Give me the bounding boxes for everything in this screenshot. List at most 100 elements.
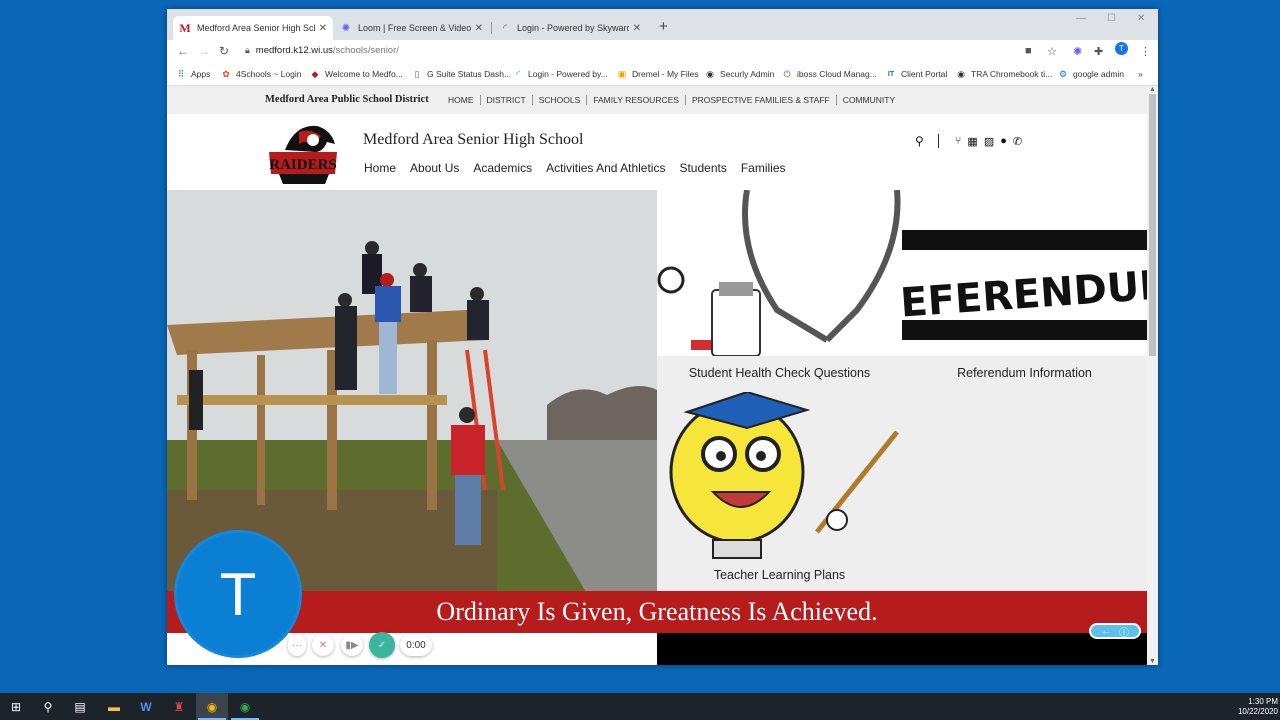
file-explorer-icon[interactable]: ▬ (105, 698, 123, 716)
search-icon[interactable]: ⚲ (915, 134, 924, 148)
bookmarks-overflow-icon[interactable]: » (1138, 69, 1143, 79)
header-divider (937, 134, 939, 148)
chrome-icon[interactable]: ◉ (203, 698, 221, 716)
bookmark-label: Client Portal (901, 69, 948, 79)
utility-link-home[interactable]: HOME (442, 95, 481, 105)
tab-skyward[interactable]: ◜ Login - Powered by Skyward ✕ (493, 16, 647, 40)
loom-timer: 0:00 (400, 634, 432, 656)
bookmark-apps[interactable]: ⠿ Apps (176, 69, 211, 80)
close-window-button[interactable]: ✕ (1137, 13, 1145, 24)
utility-link-community[interactable]: COMMUNITY (837, 95, 901, 105)
utility-link-prospective[interactable]: PROSPECTIVE FAMILIES & STAFF (686, 95, 837, 105)
windows-start-icon[interactable]: ⊞ (7, 698, 25, 716)
arrow-left-icon: ← (1101, 625, 1111, 637)
app-icon[interactable]: ♜ (170, 698, 188, 716)
tile-caption-referendum[interactable]: Referendum Information (902, 366, 1147, 380)
new-tab-button[interactable]: + (659, 18, 668, 35)
loom-more-icon[interactable]: ··· (288, 634, 306, 656)
tab-title: Medford Area Senior High Schoo (197, 23, 315, 33)
bookmark-dremel[interactable]: ▣ Dremel - My Files (617, 68, 699, 80)
task-view-icon[interactable]: ▤ (71, 698, 89, 716)
windows-taskbar: ⊞ ⚲ ▤ ▬ W ♜ ◉ ◉ 1:30 PM 10/22/2020 (0, 693, 1280, 720)
loom-extension-icon[interactable]: ✺ (1073, 45, 1082, 58)
nav-students[interactable]: Students (679, 161, 726, 175)
bookmark-gsuite[interactable]: ▯ G Suite Status Dash... (412, 69, 512, 80)
loom-cancel-icon[interactable]: ✕ (312, 634, 334, 656)
bookmark-4schools[interactable]: ✿ 4Schools ~ Login (221, 69, 302, 80)
close-tab-icon[interactable]: ✕ (319, 23, 327, 34)
bookmark-label: Securly Admin (720, 69, 775, 79)
bookmark-iboss[interactable]: ⏻ iboss Cloud Manag... (782, 68, 876, 80)
dining-icon[interactable]: ⑂ (955, 135, 962, 147)
extensions-puzzle-icon[interactable]: ✚ (1094, 45, 1103, 58)
tab-title: Login - Powered by Skyward (517, 23, 629, 33)
loom-pause-icon[interactable]: ▮▶ (341, 634, 363, 656)
lock-icon: 🔒︎ (245, 45, 250, 55)
search-icon[interactable]: ⚲ (39, 698, 57, 716)
tile-caption-learning-plans[interactable]: Teacher Learning Plans (657, 568, 902, 582)
scrollbar-thumb[interactable] (1149, 94, 1156, 356)
accessibility-widget[interactable]: ← ⓘ (1089, 623, 1141, 639)
bookmark-star-icon[interactable]: ☆ (1047, 45, 1057, 58)
utility-link-family-resources[interactable]: FAMILY RESOURCES (587, 95, 686, 105)
back-arrow-icon[interactable]: ← (177, 44, 189, 58)
nav-families[interactable]: Families (741, 161, 786, 175)
news-icon[interactable]: ▨ (984, 135, 994, 148)
iboss-icon: ⏻ (783, 68, 791, 79)
maximize-button[interactable]: ☐ (1107, 13, 1116, 24)
tab-medford[interactable]: M Medford Area Senior High Schoo ✕ (173, 16, 333, 40)
url-host: medford.k12.wi.us (255, 45, 333, 56)
calendar-icon[interactable]: ▦ (967, 135, 977, 148)
nav-activities-athletics[interactable]: Activities And Athletics (546, 161, 665, 175)
system-clock[interactable]: 1:30 PM 10/22/2020 (1232, 697, 1278, 717)
bookmark-tra[interactable]: ◉ TRA Chromebook ti... (956, 69, 1053, 80)
forward-arrow-icon[interactable]: → (198, 44, 210, 58)
bookmark-skyward[interactable]: ◜ Login - Powered by... (513, 69, 607, 80)
bookmark-welcome[interactable]: ◆ Welcome to Medfo... (310, 69, 403, 80)
scroll-down-icon[interactable]: ▼ (1149, 658, 1156, 665)
close-tab-icon[interactable]: ✕ (475, 23, 483, 34)
bookmark-google-admin[interactable]: ⚙ google admin (1058, 69, 1125, 80)
district-name[interactable]: Medford Area Public School District (265, 94, 429, 105)
utility-link-district[interactable]: DISTRICT (481, 95, 533, 105)
tab-strip: M Medford Area Senior High Schoo ✕ ✺ Loo… (167, 9, 1158, 40)
bookmark-label: google admin (1073, 69, 1125, 79)
learning-plans-image[interactable] (657, 392, 902, 560)
school-name[interactable]: Medford Area Senior High School (363, 131, 583, 149)
utility-link-schools[interactable]: SCHOOLS (533, 95, 588, 105)
bookmark-label: 4Schools ~ Login (236, 69, 302, 79)
staff-directory-icon[interactable]: ● (1000, 135, 1007, 147)
logo-text: RAIDERS (269, 157, 337, 173)
referendum-image[interactable]: REFERENDUM (902, 190, 1147, 356)
menu-dots-icon[interactable]: ⋮ (1140, 45, 1151, 58)
loom-finish-icon[interactable]: ✓ (369, 632, 395, 658)
bookmark-securly[interactable]: ◉ Securly Admin (705, 69, 775, 80)
scroll-up-icon[interactable]: ▲ (1149, 86, 1156, 93)
address-bar[interactable]: 🔒︎ medford.k12.wi.us/schools/senior/ (245, 45, 399, 56)
tile-caption-health[interactable]: Student Health Check Questions (657, 366, 902, 380)
bookmark-label: Welcome to Medfo... (325, 69, 403, 79)
minimize-button[interactable]: — (1076, 13, 1086, 24)
tab-loom[interactable]: ✺ Loom | Free Screen & Video Rec ✕ (334, 16, 489, 40)
raiders-logo[interactable]: RAIDERS (265, 122, 343, 186)
camera-icon[interactable]: ■ (1025, 45, 1032, 57)
address-toolbar: ← → ↻ 🔒︎ medford.k12.wi.us/schools/senio… (167, 40, 1158, 64)
page-scrollbar[interactable]: ▲ ▼ (1147, 86, 1158, 665)
chrome-profile-icon[interactable]: ◉ (236, 698, 254, 716)
nav-academics[interactable]: Academics (473, 161, 532, 175)
nav-about-us[interactable]: About Us (410, 161, 459, 175)
bookmark-client-portal[interactable]: IT Client Portal (886, 69, 947, 79)
health-check-image[interactable] (657, 190, 902, 356)
profile-avatar[interactable]: T (1115, 42, 1128, 55)
nav-home[interactable]: Home (364, 161, 396, 175)
bookmark-label: G Suite Status Dash... (427, 69, 512, 79)
bookmark-label: Dremel - My Files (632, 69, 699, 79)
bookmark-label: TRA Chromebook ti... (971, 69, 1053, 79)
reload-icon[interactable]: ↻ (219, 44, 229, 58)
phone-icon[interactable]: ✆ (1013, 135, 1022, 148)
close-tab-icon[interactable]: ✕ (633, 23, 641, 34)
loom-camera-bubble[interactable]: T (174, 530, 302, 658)
web-page: Medford Area Public School District HOME… (167, 86, 1147, 665)
dremel-icon: ▣ (617, 68, 627, 79)
word-icon[interactable]: W (137, 698, 155, 716)
